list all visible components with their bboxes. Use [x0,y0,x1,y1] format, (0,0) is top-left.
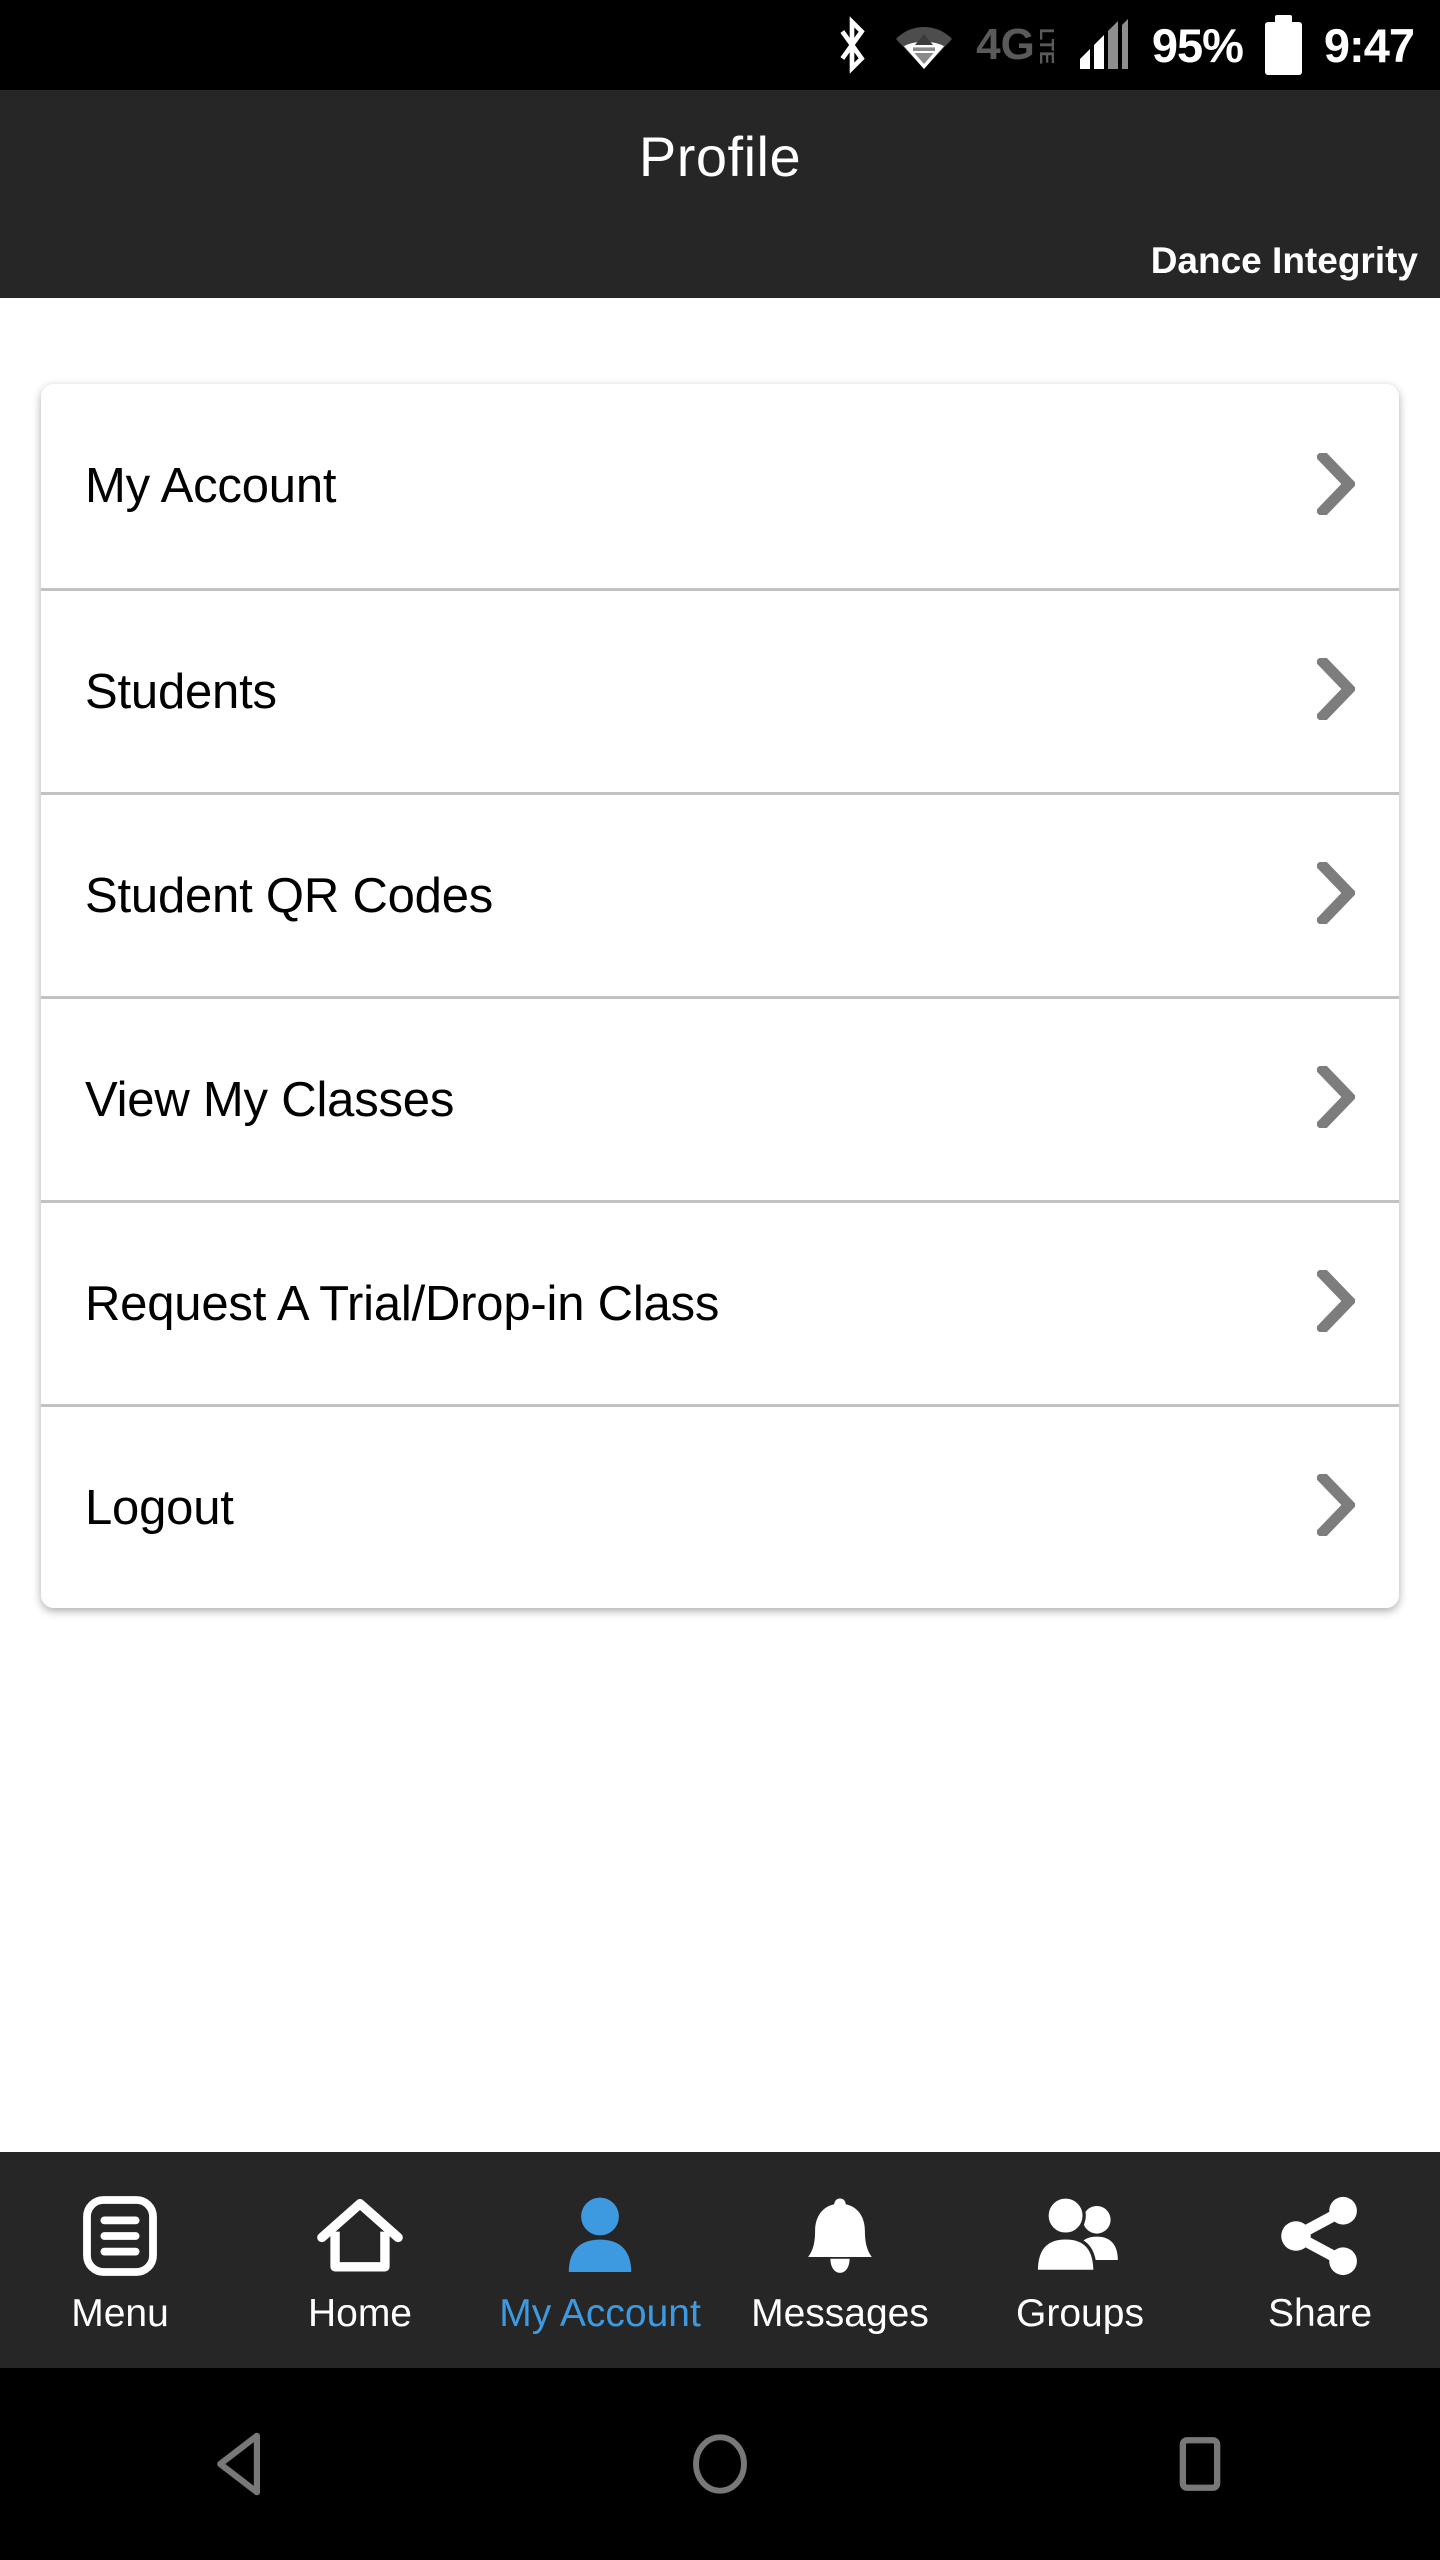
battery-full-icon [1264,15,1302,75]
nav-item-label: Groups [1016,2291,1144,2335]
share-nodes-icon [1276,2188,1364,2284]
menu-item-request-trial-class[interactable]: Request A Trial/Drop-in Class [41,1200,1399,1404]
menu-item-students[interactable]: Students [41,588,1399,792]
organization-name: Dance Integrity [1150,240,1418,281]
menu-item-student-qr-codes[interactable]: Student QR Codes [41,792,1399,996]
chevron-right-icon [1315,448,1357,520]
page-title: Profile [638,125,802,188]
wifi-icon [894,21,954,69]
menu-item-my-account[interactable]: My Account [41,384,1399,588]
clock-label: 9:47 [1323,18,1415,72]
battery-percent-label: 95% [1151,18,1244,72]
person-icon [561,2188,639,2284]
bluetooth-icon [832,16,872,74]
nav-item-label: Menu [71,2291,169,2335]
home-icon [316,2188,404,2284]
menu-item-label: Logout [85,1480,234,1535]
profile-menu-card: My Account Students Student QR Codes Vie… [41,384,1399,1608]
nav-item-label: My Account [499,2291,701,2335]
app-screen: 4G LTE 95% 9:47 Profile Dance Integrity … [0,0,1440,2560]
network-type-icon: 4G LTE [976,19,1057,69]
menu-item-label: Student QR Codes [85,868,494,923]
bell-icon [803,2188,877,2284]
back-triangle-icon[interactable] [185,2409,295,2519]
list-menu-icon [81,2188,159,2284]
nav-item-home[interactable]: Home [240,2152,480,2368]
menu-item-label: My Account [85,459,337,513]
nav-item-messages[interactable]: Messages [720,2152,960,2368]
chevron-right-icon [1315,1266,1357,1337]
status-bar: 4G LTE 95% 9:47 [0,0,1440,90]
nav-item-my-account[interactable]: My Account [480,2152,720,2368]
menu-item-view-my-classes[interactable]: View My Classes [41,996,1399,1200]
people-group-icon [1032,2188,1128,2284]
nav-item-label: Share [1267,2291,1373,2335]
bottom-navigation-bar: Menu Home My Account Messages Groups Sha… [0,2152,1440,2368]
android-system-nav [0,2368,1440,2560]
menu-item-label: Request A Trial/Drop-in Class [85,1276,720,1331]
menu-item-label: View My Classes [85,1072,455,1127]
menu-item-logout[interactable]: Logout [41,1404,1399,1608]
page-header: Profile Dance Integrity [0,90,1440,298]
menu-item-label: Students [85,664,277,719]
chevron-right-icon [1315,1470,1357,1541]
chevron-right-icon [1315,858,1357,929]
home-circle-icon[interactable] [665,2409,775,2519]
nav-item-share[interactable]: Share [1200,2152,1440,2368]
network-suffix-label: LTE [1034,27,1057,65]
nav-item-groups[interactable]: Groups [960,2152,1200,2368]
chevron-right-icon [1315,1062,1357,1133]
network-type-label: 4G [976,19,1035,69]
nav-item-menu[interactable]: Menu [0,2152,240,2368]
nav-item-label: Messages [751,2291,929,2335]
recents-square-icon[interactable] [1145,2409,1255,2519]
nav-item-label: Home [307,2291,413,2335]
signal-bars-icon [1078,19,1130,71]
chevron-right-icon [1315,654,1357,725]
